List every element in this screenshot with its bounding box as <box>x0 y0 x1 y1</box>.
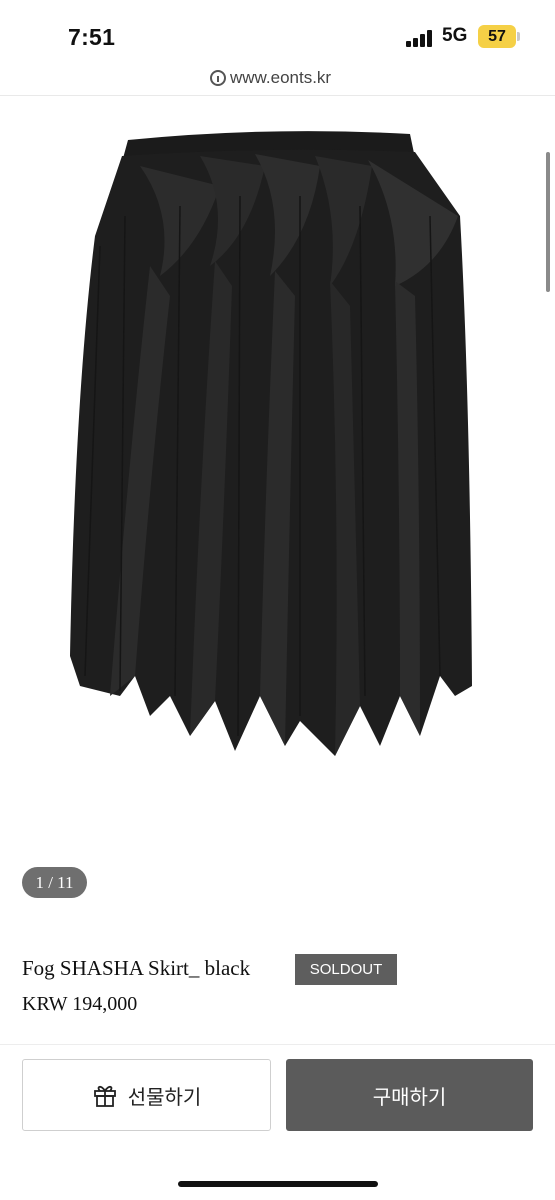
status-badge: SOLDOUT <box>295 954 397 985</box>
info-icon[interactable] <box>210 70 226 86</box>
battery-icon: 57 <box>478 25 516 48</box>
battery-cap <box>517 32 520 41</box>
buy-button[interactable]: 구매하기 <box>286 1059 533 1131</box>
status-time: 7:51 <box>68 24 116 50</box>
gift-button[interactable]: 선물하기 <box>22 1059 271 1131</box>
buy-button-label: 구매하기 <box>372 1086 447 1109</box>
url-text[interactable]: www.eonts.kr <box>230 68 331 88</box>
product-price: KRW 194,000 <box>22 993 138 1015</box>
skirt-illustration <box>70 131 472 756</box>
network-label: 5G <box>442 25 468 46</box>
divider <box>0 1044 555 1045</box>
home-indicator <box>178 1181 378 1187</box>
gift-button-label: 선물하기 <box>127 1086 202 1109</box>
image-pager: 1 / 11 <box>22 867 87 898</box>
product-name: Fog SHASHA Skirt_ black <box>22 956 251 980</box>
url-bar[interactable]: www.eonts.kr <box>0 62 555 94</box>
signal-icon <box>406 29 436 47</box>
gift-icon <box>93 1085 116 1107</box>
status-bar: 7:51 5G 57 <box>0 0 555 62</box>
product-image[interactable] <box>0 96 555 856</box>
scrollbar[interactable] <box>546 152 550 292</box>
